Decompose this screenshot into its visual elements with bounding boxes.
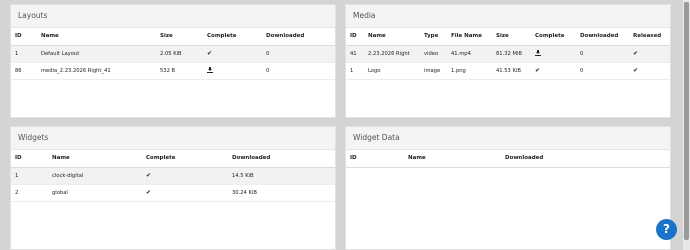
- cell-size: 41.53 KiB: [492, 62, 531, 80]
- media-panel-title: Media: [346, 5, 670, 28]
- layouts-table: ID Name Size Complete Downloaded 1 Defau…: [11, 28, 335, 80]
- widget-data-header-row: ID Name Downloaded: [346, 150, 670, 168]
- cell-complete: ✔: [142, 184, 228, 202]
- table-row[interactable]: 2 global ✔ 30.24 KiB: [11, 184, 335, 202]
- check-icon: ✔: [207, 50, 213, 57]
- cell-complete: ✔: [142, 167, 228, 185]
- widget-data-table: ID Name Downloaded: [346, 150, 670, 168]
- column-header-downloaded[interactable]: Downloaded: [576, 28, 629, 46]
- cell-name: clock-digital: [48, 167, 142, 185]
- widget-data-panel-title: Widget Data: [346, 127, 670, 150]
- cell-name: 2.23.2026 Right: [364, 45, 420, 63]
- column-header-size[interactable]: Size: [156, 28, 203, 46]
- cell-complete: [203, 62, 262, 80]
- table-row[interactable]: 1 clock-digital ✔ 14.5 KiB: [11, 167, 335, 185]
- column-header-downloaded[interactable]: Downloaded: [228, 150, 335, 168]
- cell-downloaded: 14.5 KiB: [228, 167, 335, 185]
- download-icon: [207, 66, 213, 73]
- column-header-complete[interactable]: Complete: [531, 28, 576, 46]
- cell-name: media_2.23.2026 Right_41: [37, 62, 156, 80]
- column-header-id[interactable]: ID: [11, 28, 37, 46]
- column-header-downloaded[interactable]: Downloaded: [262, 28, 335, 46]
- cell-file-name: 41.mp4: [447, 45, 492, 63]
- layouts-panel: Layouts ID Name Size Complete Downloaded…: [10, 4, 336, 118]
- cell-size: 81.32 MiB: [492, 45, 531, 63]
- cell-name: global: [48, 184, 142, 202]
- column-header-released[interactable]: Released: [629, 28, 670, 46]
- cell-id: 1: [346, 62, 364, 80]
- cell-type: image: [420, 62, 447, 80]
- cell-name: Logo: [364, 62, 420, 80]
- cell-downloaded: 0: [262, 45, 335, 63]
- help-button[interactable]: ?: [656, 219, 677, 240]
- table-row[interactable]: 41 2.23.2026 Right video 41.mp4 81.32 Mi…: [346, 45, 670, 63]
- column-header-name[interactable]: Name: [404, 150, 501, 168]
- widget-data-panel: Widget Data ID Name Downloaded: [345, 126, 671, 250]
- column-header-name[interactable]: Name: [37, 28, 156, 46]
- cell-downloaded: 0: [576, 62, 629, 80]
- cell-downloaded: 0: [262, 62, 335, 80]
- column-header-name[interactable]: Name: [48, 150, 142, 168]
- cell-id: 2: [11, 184, 48, 202]
- cell-id: 86: [11, 62, 37, 80]
- widgets-header-row: ID Name Complete Downloaded: [11, 150, 335, 168]
- cell-type: video: [420, 45, 447, 63]
- column-header-name[interactable]: Name: [364, 28, 420, 46]
- column-header-id[interactable]: ID: [11, 150, 48, 168]
- cell-released: ✔: [629, 62, 670, 80]
- scrollbar-thumb[interactable]: [684, 2, 689, 240]
- cell-name: Default Layout: [37, 45, 156, 63]
- cell-complete: [531, 45, 576, 63]
- widgets-panel: Widgets ID Name Complete Downloaded 1 cl…: [10, 126, 336, 250]
- check-icon: ✔: [633, 50, 639, 57]
- column-header-downloaded[interactable]: Downloaded: [501, 150, 670, 168]
- check-icon: ✔: [535, 67, 541, 74]
- column-header-id[interactable]: ID: [346, 28, 364, 46]
- widgets-table: ID Name Complete Downloaded 1 clock-digi…: [11, 150, 335, 202]
- column-header-complete[interactable]: Complete: [142, 150, 228, 168]
- table-row[interactable]: 1 Logo image 1.png 41.53 KiB ✔ 0 ✔: [346, 62, 670, 80]
- download-icon: [535, 49, 541, 56]
- cell-id: 1: [11, 167, 48, 185]
- cell-downloaded: 30.24 KiB: [228, 184, 335, 202]
- media-panel: Media ID Name Type File Name Size Comple…: [345, 4, 671, 118]
- column-header-complete[interactable]: Complete: [203, 28, 262, 46]
- check-icon: ✔: [146, 172, 152, 179]
- table-row[interactable]: 1 Default Layout 2.05 KiB ✔ 0: [11, 45, 335, 63]
- cell-id: 1: [11, 45, 37, 63]
- widgets-panel-title: Widgets: [11, 127, 335, 150]
- cell-file-name: 1.png: [447, 62, 492, 80]
- cell-downloaded: 0: [576, 45, 629, 63]
- cell-id: 41: [346, 45, 364, 63]
- cell-size: 532 B: [156, 62, 203, 80]
- layouts-panel-title: Layouts: [11, 5, 335, 28]
- column-header-file-name[interactable]: File Name: [447, 28, 492, 46]
- media-table: ID Name Type File Name Size Complete Dow…: [346, 28, 670, 80]
- cell-released: ✔: [629, 45, 670, 63]
- layouts-header-row: ID Name Size Complete Downloaded: [11, 28, 335, 46]
- check-icon: ✔: [633, 67, 639, 74]
- column-header-id[interactable]: ID: [346, 150, 404, 168]
- cell-size: 2.05 KiB: [156, 45, 203, 63]
- table-row[interactable]: 86 media_2.23.2026 Right_41 532 B 0: [11, 62, 335, 80]
- media-header-row: ID Name Type File Name Size Complete Dow…: [346, 28, 670, 46]
- cell-complete: ✔: [203, 45, 262, 63]
- check-icon: ✔: [146, 189, 152, 196]
- cell-complete: ✔: [531, 62, 576, 80]
- column-header-type[interactable]: Type: [420, 28, 447, 46]
- column-header-size[interactable]: Size: [492, 28, 531, 46]
